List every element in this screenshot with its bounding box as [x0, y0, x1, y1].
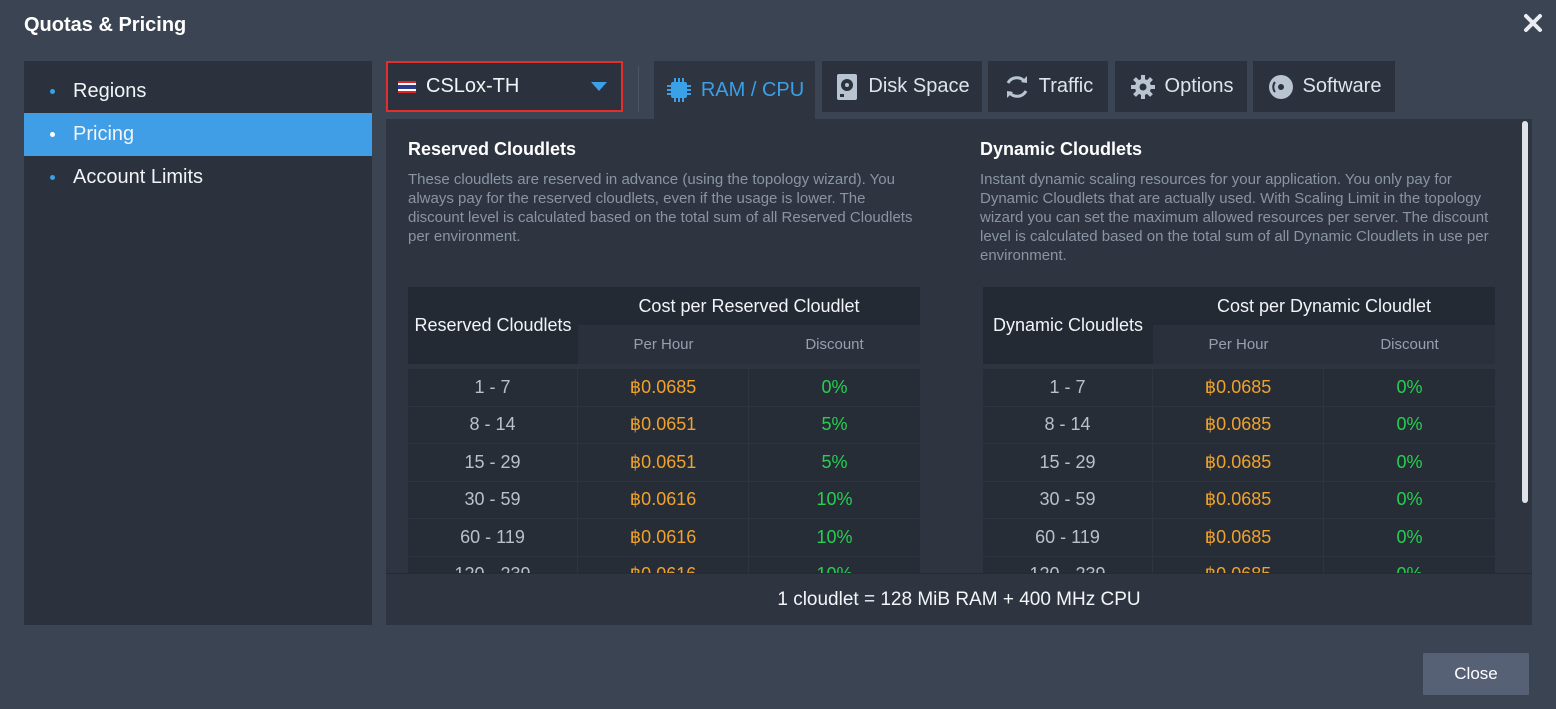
- tab-label: Disk Space: [868, 75, 970, 97]
- gear-icon: [1130, 74, 1155, 99]
- cell-price: ฿0.0685: [578, 369, 749, 406]
- cell-discount: 0%: [1324, 444, 1495, 481]
- cell-discount: 0%: [1324, 369, 1495, 406]
- sidebar-item-regions[interactable]: Regions: [24, 70, 372, 113]
- tab-disk-space[interactable]: Disk Space: [822, 61, 982, 112]
- cell-range: 30 - 59: [408, 481, 578, 518]
- dynamic-rows: 1 - 7 ฿0.0685 0% 8 - 14 ฿0.0685 0% 15 - 29 ฿0.0…: [983, 369, 1495, 594]
- close-button[interactable]: Close: [1423, 653, 1529, 695]
- bullet-icon: [50, 89, 55, 94]
- column-header: Discount: [1324, 325, 1495, 364]
- cloudlet-note: 1 cloudlet = 128 MiB RAM + 400 MHz CPU: [386, 573, 1532, 625]
- cell-price: ฿0.0685: [1153, 369, 1324, 406]
- column-header: Reserved Cloudlets: [414, 315, 572, 335]
- region-select[interactable]: CSLox-TH: [386, 61, 623, 112]
- cell-discount: 5%: [749, 406, 920, 443]
- sidebar: Regions Pricing Account Limits: [24, 61, 372, 625]
- cell-range: 1 - 7: [408, 369, 578, 406]
- cell-price: ฿0.0685: [1153, 481, 1324, 518]
- bullet-icon: [50, 175, 55, 180]
- disk-icon: [837, 73, 858, 100]
- tab-traffic[interactable]: Traffic: [988, 61, 1108, 112]
- tab-separator: [638, 66, 639, 112]
- dynamic-section: Dynamic Cloudlets Instant dynamic scalin…: [980, 139, 1492, 265]
- dynamic-title: Dynamic Cloudlets: [980, 139, 1143, 159]
- cell-range: 60 - 119: [408, 519, 578, 556]
- cell-range: 15 - 29: [408, 444, 578, 481]
- table-row: 60 - 119 ฿0.0616 10%: [408, 519, 920, 557]
- pricing-panel: Reserved Cloudlets These cloudlets are r…: [386, 119, 1532, 625]
- cell-price: ฿0.0685: [1153, 519, 1324, 556]
- sidebar-item-account-limits[interactable]: Account Limits: [24, 156, 372, 199]
- column-header: Per Hour: [578, 325, 749, 364]
- cell-range: 30 - 59: [983, 481, 1153, 518]
- tab-ram-cpu[interactable]: RAM / CPU: [654, 61, 815, 119]
- table-row: 30 - 59 ฿0.0685 0%: [983, 481, 1495, 519]
- cell-range: 1 - 7: [983, 369, 1153, 406]
- column-header: Per Hour: [1153, 325, 1324, 364]
- column-header: Discount: [749, 325, 920, 364]
- cell-range: 8 - 14: [408, 406, 578, 443]
- reserved-description: These cloudlets are reserved in advance …: [408, 171, 913, 245]
- table-header: Dynamic Cloudlets Cost per Dynamic Cloud…: [983, 287, 1495, 364]
- close-icon[interactable]: [1520, 10, 1546, 36]
- cell-discount: 5%: [749, 444, 920, 481]
- cell-discount: 0%: [1324, 406, 1495, 443]
- tab-label: RAM / CPU: [700, 78, 805, 101]
- cell-discount: 10%: [749, 519, 920, 556]
- sidebar-item-label: Regions: [73, 80, 147, 102]
- cell-discount: 0%: [1324, 519, 1495, 556]
- cell-range: 15 - 29: [983, 444, 1153, 481]
- software-disc-icon: [1268, 74, 1293, 99]
- reserved-section: Reserved Cloudlets These cloudlets are r…: [408, 139, 920, 246]
- dynamic-table: Dynamic Cloudlets Cost per Dynamic Cloud…: [983, 287, 1495, 594]
- table-row: 60 - 119 ฿0.0685 0%: [983, 519, 1495, 557]
- column-header: Dynamic Cloudlets: [992, 315, 1144, 335]
- cell-price: ฿0.0685: [1153, 444, 1324, 481]
- column-header: Cost per Reserved Cloudlet: [638, 295, 860, 316]
- cell-discount: 0%: [749, 369, 920, 406]
- table-row: 8 - 14 ฿0.0651 5%: [408, 406, 920, 444]
- thailand-flag-icon: [398, 80, 416, 93]
- chevron-down-icon: [591, 82, 607, 91]
- region-select-value: CSLox-TH: [426, 75, 520, 97]
- sidebar-item-label: Account Limits: [73, 166, 204, 188]
- dialog-title: Quotas & Pricing: [24, 14, 187, 36]
- cpu-icon: [666, 78, 691, 102]
- tab-label: Software: [1302, 75, 1382, 97]
- reserved-rows: 1 - 7 ฿0.0685 0% 8 - 14 ฿0.0651 5% 15 - 29 ฿0.0…: [408, 369, 920, 594]
- column-header: Cost per Dynamic Cloudlet: [1216, 295, 1432, 316]
- cell-range: 60 - 119: [983, 519, 1153, 556]
- cell-discount: 0%: [1324, 481, 1495, 518]
- cell-price: ฿0.0616: [578, 481, 749, 518]
- cell-price: ฿0.0616: [578, 519, 749, 556]
- cell-price: ฿0.0651: [578, 444, 749, 481]
- table-row: 15 - 29 ฿0.0651 5%: [408, 444, 920, 482]
- scrollbar-thumb[interactable]: [1522, 121, 1528, 503]
- tab-software[interactable]: Software: [1253, 61, 1395, 112]
- tab-label: Traffic: [1038, 75, 1094, 97]
- table-row: 1 - 7 ฿0.0685 0%: [408, 369, 920, 407]
- table-header: Reserved Cloudlets Cost per Reserved Clo…: [408, 287, 920, 364]
- cell-price: ฿0.0651: [578, 406, 749, 443]
- refresh-icon: [1006, 75, 1028, 98]
- sidebar-item-pricing[interactable]: Pricing: [24, 113, 372, 156]
- table-row: 1 - 7 ฿0.0685 0%: [983, 369, 1495, 407]
- scrollbar[interactable]: [1518, 119, 1532, 573]
- table-row: 30 - 59 ฿0.0616 10%: [408, 481, 920, 519]
- tab-label: Options: [1164, 75, 1234, 97]
- cell-discount: 10%: [749, 481, 920, 518]
- table-row: 15 - 29 ฿0.0685 0%: [983, 444, 1495, 482]
- tab-options[interactable]: Options: [1115, 61, 1247, 112]
- sidebar-item-label: Pricing: [73, 123, 135, 145]
- cell-range: 8 - 14: [983, 406, 1153, 443]
- cell-price: ฿0.0685: [1153, 406, 1324, 443]
- bullet-icon: [50, 132, 55, 137]
- reserved-table: Reserved Cloudlets Cost per Reserved Clo…: [408, 287, 920, 594]
- reserved-title: Reserved Cloudlets: [408, 139, 577, 159]
- table-row: 8 - 14 ฿0.0685 0%: [983, 406, 1495, 444]
- dynamic-description: Instant dynamic scaling resources for yo…: [980, 171, 1489, 264]
